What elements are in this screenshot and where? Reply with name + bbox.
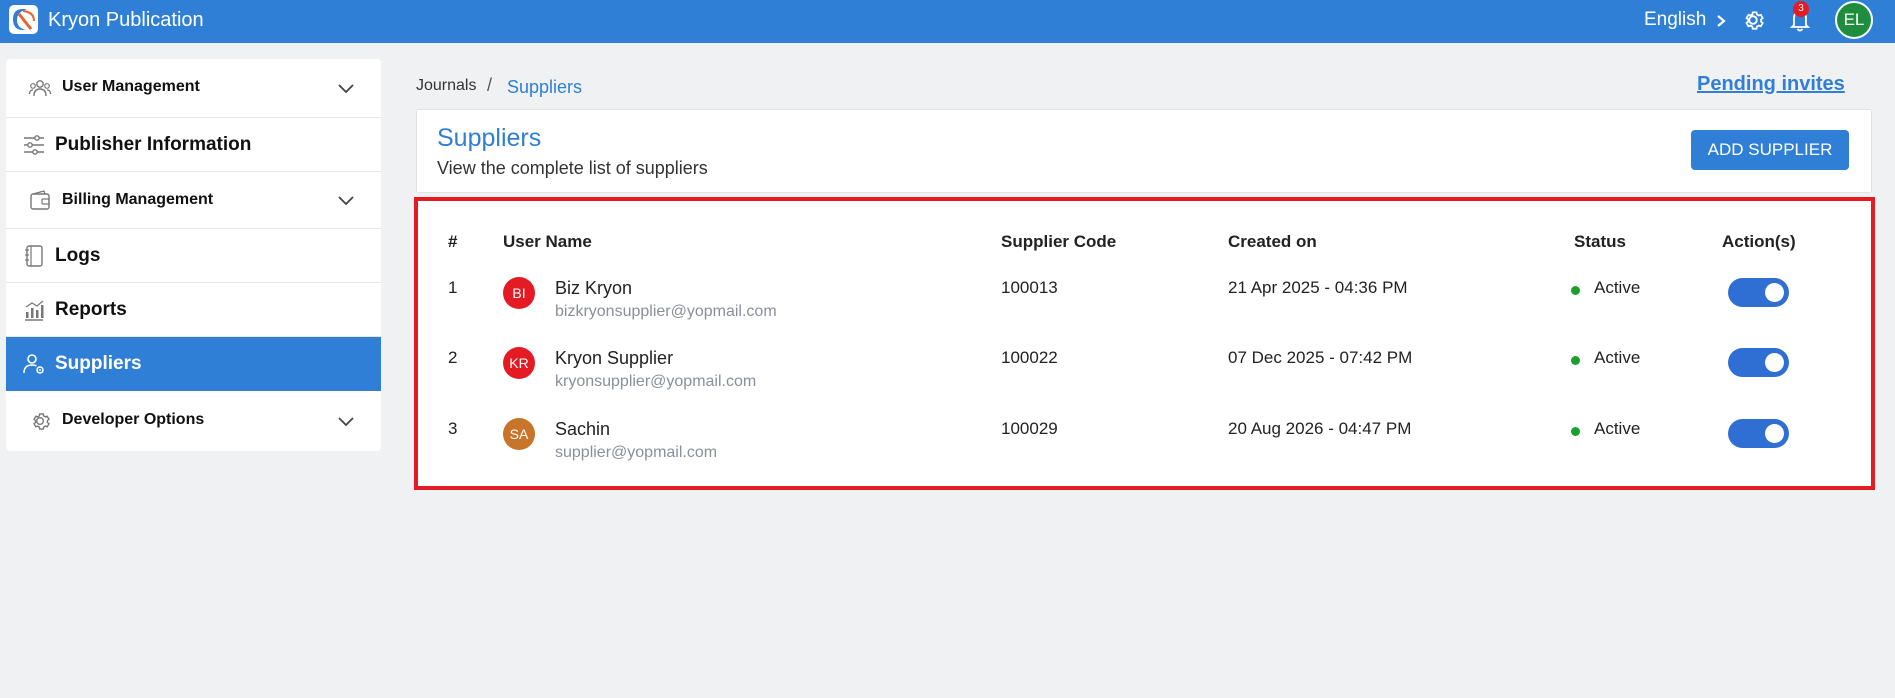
column-header-index: #	[448, 232, 458, 251]
breadcrumb-journals[interactable]: Journals	[416, 77, 476, 95]
sidebar-item-label: Logs	[55, 245, 101, 266]
sidebar-item-publisher-information[interactable]: Publisher Information	[6, 118, 381, 172]
suppliers-table: # User Name Supplier Code Created on Sta…	[414, 197, 1875, 490]
column-header-supplier-code: Supplier Code	[1001, 232, 1117, 251]
column-header-created-on: Created on	[1228, 232, 1317, 251]
chevron-down-icon	[338, 196, 354, 206]
user-avatar[interactable]: EL	[1835, 1, 1873, 39]
bar-chart-icon	[25, 300, 44, 321]
sidebar-item-suppliers[interactable]: Suppliers	[6, 337, 381, 391]
chevron-down-icon	[338, 417, 354, 427]
sidebar-item-user-management[interactable]: User Management	[6, 59, 381, 118]
table-row: 3 SA Sachin supplier@yopmail.com 100029 …	[418, 418, 1871, 483]
avatar: SA	[503, 418, 535, 450]
status-text: Active	[1594, 348, 1641, 367]
avatar: KR	[503, 347, 535, 379]
table-row: 2 KR Kryon Supplier kryonsupplier@yopmai…	[418, 347, 1871, 412]
sidebar-item-label: Reports	[55, 299, 127, 320]
sidebar-item-label: User Management	[62, 78, 200, 95]
sidebar-item-billing-management[interactable]: Billing Management	[6, 172, 381, 229]
created-on: 07 Dec 2025 - 07:42 PM	[1228, 348, 1413, 367]
user-email: supplier@yopmail.com	[555, 444, 718, 461]
row-index: 3	[448, 419, 458, 438]
users-icon	[28, 80, 52, 97]
column-header-actions: Action(s)	[1722, 232, 1796, 251]
page-subtitle: View the complete list of suppliers	[437, 158, 708, 178]
sidebar-item-label: Suppliers	[55, 353, 142, 374]
breadcrumb-separator: /	[487, 75, 493, 95]
sidebar: User Management Publisher Information Bi…	[6, 59, 381, 451]
sidebar-item-label: Developer Options	[62, 411, 205, 428]
gear-icon	[33, 413, 50, 430]
settings-gear-icon[interactable]	[1740, 7, 1766, 33]
status-toggle[interactable]	[1728, 348, 1789, 377]
sidebar-item-reports[interactable]: Reports	[6, 283, 381, 337]
notification-count-badge: 3	[1793, 1, 1809, 17]
sidebar-item-label: Publisher Information	[55, 134, 252, 155]
pending-invites-link[interactable]: Pending invites	[1697, 73, 1845, 96]
status-dot	[1571, 286, 1580, 295]
sliders-icon	[24, 135, 44, 155]
status-dot	[1571, 356, 1580, 365]
status-text: Active	[1594, 419, 1641, 438]
avatar: BI	[503, 277, 535, 309]
user-email: kryonsupplier@yopmail.com	[555, 373, 757, 390]
sidebar-item-label: Billing Management	[62, 191, 214, 208]
column-header-user-name: User Name	[503, 232, 592, 251]
toggle-knob	[1765, 353, 1784, 372]
toggle-knob	[1765, 424, 1784, 443]
page-title: Suppliers	[437, 124, 542, 152]
created-on: 21 Apr 2025 - 04:36 PM	[1228, 278, 1408, 297]
status-dot	[1571, 427, 1580, 436]
user-email: bizkryonsupplier@yopmail.com	[555, 303, 777, 320]
top-bar: Kryon Publication English 3 EL	[0, 0, 1895, 43]
sidebar-item-logs[interactable]: Logs	[6, 229, 381, 283]
chevron-down-icon	[338, 84, 354, 94]
status-text: Active	[1594, 278, 1641, 297]
status-toggle[interactable]	[1728, 419, 1789, 448]
user-name: Sachin	[555, 419, 611, 439]
chevron-right-icon	[1717, 15, 1726, 27]
sidebar-item-developer-options[interactable]: Developer Options	[6, 391, 381, 451]
created-on: 20 Aug 2026 - 04:47 PM	[1228, 419, 1412, 438]
add-supplier-button[interactable]: ADD SUPPLIER	[1691, 130, 1849, 170]
app-title: Kryon Publication	[48, 9, 204, 31]
app-logo-icon[interactable]	[9, 5, 38, 34]
user-settings-icon	[23, 354, 44, 374]
column-header-status: Status	[1574, 232, 1626, 251]
page-header-card: Suppliers View the complete list of supp…	[416, 109, 1872, 193]
user-name: Biz Kryon	[555, 278, 633, 298]
wallet-icon	[30, 190, 50, 210]
language-selector[interactable]: English	[1644, 9, 1706, 31]
supplier-code: 100013	[1001, 278, 1058, 297]
breadcrumb-current: Suppliers	[507, 77, 583, 97]
supplier-code: 100029	[1001, 419, 1058, 438]
table-row: 1 BI Biz Kryon bizkryonsupplier@yopmail.…	[418, 277, 1871, 342]
user-name: Kryon Supplier	[555, 348, 674, 368]
status-toggle[interactable]	[1728, 278, 1789, 307]
toggle-knob	[1765, 283, 1784, 302]
row-index: 1	[448, 278, 458, 297]
row-index: 2	[448, 348, 458, 367]
notebook-icon	[25, 245, 43, 267]
supplier-code: 100022	[1001, 348, 1058, 367]
